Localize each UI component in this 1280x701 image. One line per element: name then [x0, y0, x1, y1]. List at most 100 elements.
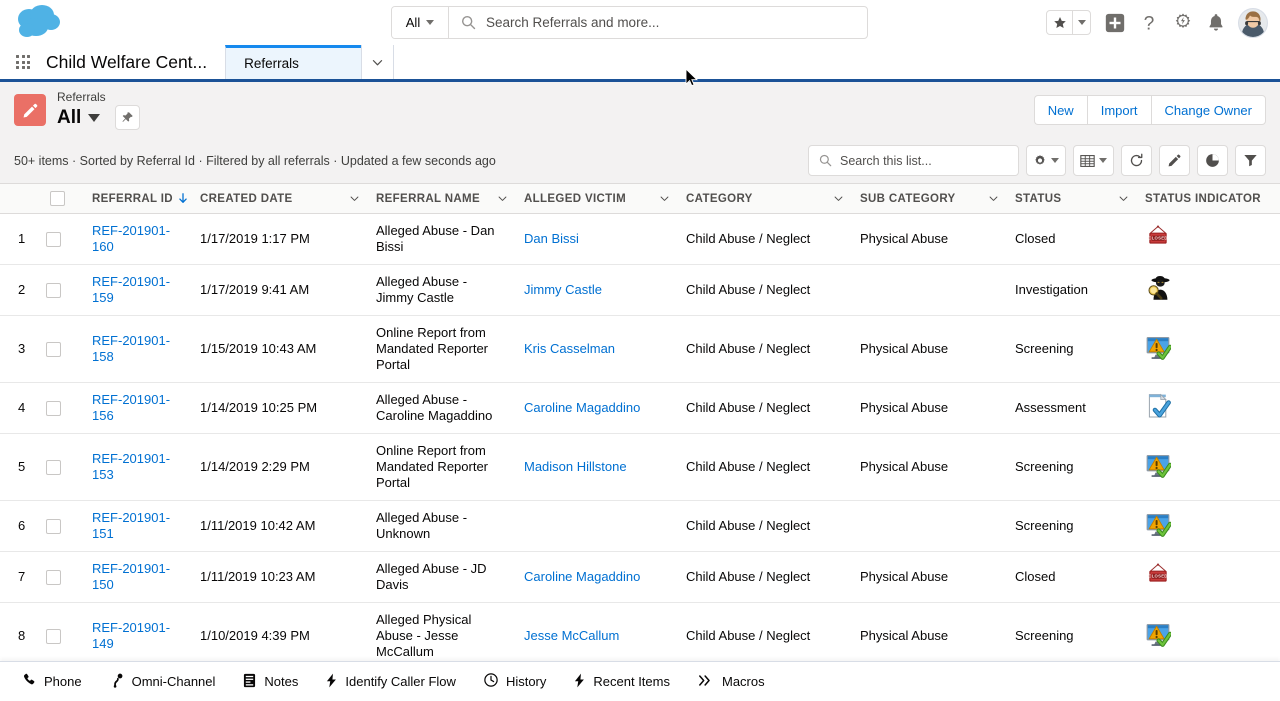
referral-id-link[interactable]: REF-201901-160 [92, 223, 170, 254]
salesforce-cloud-logo[interactable] [6, 1, 68, 45]
table-row[interactable]: 8 REF-201901-149 1/10/2019 4:39 PM Alleged … [0, 602, 1280, 670]
favorites-star-icon[interactable] [1047, 11, 1072, 34]
row-select-cell[interactable] [38, 433, 84, 501]
nav-tab-referrals[interactable]: Referrals [225, 45, 362, 79]
row-select-cell[interactable] [38, 602, 84, 670]
alleged-victim-link[interactable]: Madison Hillstone [524, 459, 627, 474]
row-checkbox[interactable] [46, 341, 61, 357]
row-select-cell[interactable] [38, 213, 84, 265]
row-select-cell[interactable] [38, 264, 84, 316]
cell-referral-id[interactable]: REF-201901-160 [84, 213, 192, 265]
referral-id-link[interactable]: REF-201901-150 [92, 561, 170, 592]
row-select-cell[interactable] [38, 551, 84, 603]
column-menu-chevron-down-icon[interactable] [659, 193, 670, 204]
import-button[interactable]: Import [1086, 95, 1151, 125]
column-header-alleged-victim[interactable]: ALLEGED VICTIM [516, 183, 678, 214]
utility-item-macros[interactable]: Macros [686, 663, 777, 701]
cell-alleged-victim[interactable]: Madison Hillstone [516, 433, 678, 501]
alleged-victim-link[interactable]: Jimmy Castle [524, 282, 602, 297]
table-row[interactable]: 4 REF-201901-156 1/14/2019 10:25 PM Alleged… [0, 382, 1280, 434]
cell-referral-id[interactable]: REF-201901-151 [84, 500, 192, 552]
nav-tab-more-icon[interactable] [361, 45, 395, 79]
cell-referral-id[interactable]: REF-201901-149 [84, 602, 192, 670]
alleged-victim-link[interactable]: Caroline Magaddino [524, 400, 640, 415]
change-owner-button[interactable]: Change Owner [1150, 95, 1266, 125]
global-search-input[interactable]: Search Referrals and more... [449, 7, 867, 38]
referral-id-link[interactable]: REF-201901-151 [92, 510, 170, 541]
utility-item-recent-items[interactable]: Recent Items [562, 663, 682, 701]
list-view-chevron-down-icon[interactable] [88, 113, 101, 122]
row-checkbox[interactable] [46, 569, 61, 585]
column-header-status-indicator[interactable]: STATUS INDICATOR [1137, 183, 1280, 214]
column-menu-chevron-down-icon[interactable] [497, 193, 508, 204]
utility-item-phone[interactable]: Phone [10, 663, 94, 701]
column-menu-chevron-down-icon[interactable] [349, 193, 360, 204]
cell-alleged-victim[interactable]: Jesse McCallum [516, 602, 678, 670]
display-as-button[interactable] [1073, 145, 1114, 176]
list-view-controls-button[interactable] [1026, 145, 1066, 176]
add-icon[interactable] [1104, 12, 1126, 34]
row-checkbox[interactable] [46, 231, 61, 247]
referral-id-link[interactable]: REF-201901-156 [92, 392, 170, 423]
utility-item-notes[interactable]: Notes [231, 663, 310, 701]
cell-referral-id[interactable]: REF-201901-156 [84, 382, 192, 434]
referral-id-link[interactable]: REF-201901-158 [92, 333, 170, 364]
user-avatar[interactable] [1238, 7, 1268, 38]
refresh-button[interactable] [1121, 145, 1152, 176]
column-header-referral-id[interactable]: REFERRAL ID [84, 183, 192, 214]
alleged-victim-link[interactable]: Kris Casselman [524, 341, 615, 356]
table-row[interactable]: 7 REF-201901-150 1/11/2019 10:23 AM Alleged… [0, 551, 1280, 603]
table-row[interactable]: 6 REF-201901-151 1/11/2019 10:42 AM Alleged… [0, 500, 1280, 552]
row-checkbox[interactable] [46, 282, 61, 298]
new-button[interactable]: New [1033, 95, 1087, 125]
table-row[interactable]: 5 REF-201901-153 1/14/2019 2:29 PM Online R… [0, 433, 1280, 501]
row-select-cell[interactable] [38, 382, 84, 434]
utility-item-omni-channel[interactable]: Omni-Channel [98, 663, 228, 701]
row-checkbox[interactable] [46, 628, 61, 644]
row-select-cell[interactable] [38, 315, 84, 383]
utility-item-history[interactable]: History [472, 663, 558, 701]
favorites-caret-icon[interactable] [1072, 11, 1090, 34]
app-name[interactable]: Child Welfare Cent... [46, 45, 225, 79]
favorites-group[interactable] [1046, 10, 1091, 35]
charts-button[interactable] [1197, 145, 1228, 176]
column-header-category[interactable]: CATEGORY [678, 183, 852, 214]
global-search[interactable]: All Search Referrals and more... [391, 6, 868, 39]
list-view-name[interactable]: All [57, 107, 81, 129]
setup-gear-icon[interactable] [1172, 12, 1194, 34]
cell-alleged-victim[interactable]: Dan Bissi [516, 213, 678, 265]
select-all-checkbox[interactable] [50, 191, 65, 206]
row-checkbox[interactable] [46, 459, 61, 475]
cell-alleged-victim[interactable]: Caroline Magaddino [516, 551, 678, 603]
table-row[interactable]: 3 REF-201901-158 1/15/2019 10:43 AM Online … [0, 315, 1280, 383]
column-menu-chevron-down-icon[interactable] [833, 193, 844, 204]
column-menu-chevron-down-icon[interactable] [988, 193, 999, 204]
notifications-bell-icon[interactable] [1207, 13, 1225, 33]
edit-button[interactable] [1159, 145, 1190, 176]
filter-button[interactable] [1235, 145, 1266, 176]
row-select-cell[interactable] [38, 500, 84, 552]
search-input[interactable]: Search this list... [808, 145, 1019, 176]
referral-id-link[interactable]: REF-201901-159 [92, 274, 170, 305]
cell-referral-id[interactable]: REF-201901-150 [84, 551, 192, 603]
app-launcher-waffle-icon[interactable] [0, 45, 46, 79]
column-menu-chevron-down-icon[interactable] [1118, 193, 1129, 204]
utility-item-identify-caller-flow[interactable]: Identify Caller Flow [314, 663, 468, 701]
cell-referral-id[interactable]: REF-201901-158 [84, 315, 192, 383]
column-header-created-date[interactable]: CREATED DATE [192, 183, 368, 214]
column-header-status[interactable]: STATUS [1007, 183, 1137, 214]
referrals-table-container[interactable]: REFERRAL ID CREATED DATE REFERRAL NAME A… [0, 183, 1280, 701]
alleged-victim-link[interactable]: Dan Bissi [524, 231, 579, 246]
cell-alleged-victim[interactable]: Caroline Magaddino [516, 382, 678, 434]
pin-icon[interactable] [115, 105, 141, 130]
table-row[interactable]: 1 REF-201901-160 1/17/2019 1:17 PM Alleged … [0, 213, 1280, 265]
column-header-referral-name[interactable]: REFERRAL NAME [368, 183, 516, 214]
alleged-victim-link[interactable]: Caroline Magaddino [524, 569, 640, 584]
referral-id-link[interactable]: REF-201901-153 [92, 451, 170, 482]
column-header-sub-category[interactable]: SUB CATEGORY [852, 183, 1007, 214]
cell-referral-id[interactable]: REF-201901-159 [84, 264, 192, 316]
row-checkbox[interactable] [46, 518, 61, 534]
help-icon[interactable]: ? [1139, 12, 1159, 34]
alleged-victim-link[interactable]: Jesse McCallum [524, 628, 619, 643]
table-row[interactable]: 2 REF-201901-159 1/17/2019 9:41 AM Alleged … [0, 264, 1280, 316]
